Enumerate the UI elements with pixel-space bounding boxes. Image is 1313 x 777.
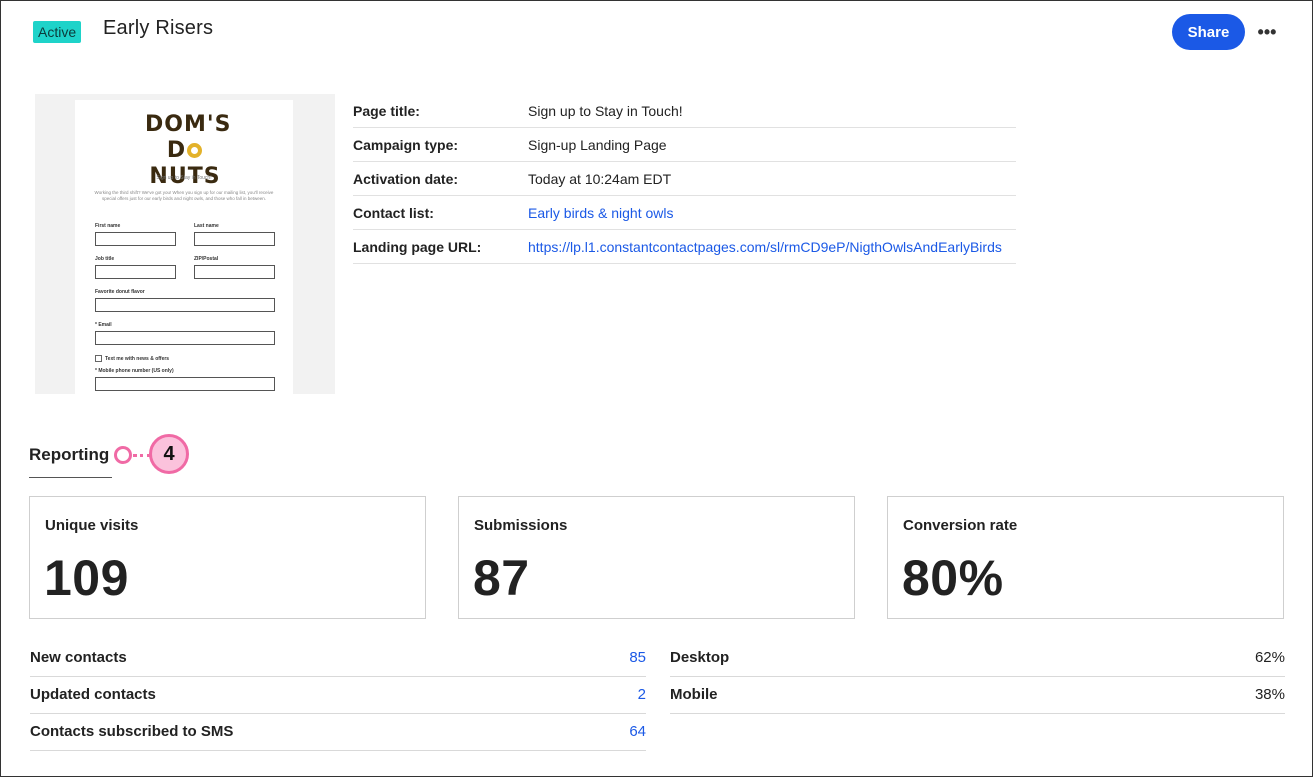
card-value: 80%	[902, 550, 1004, 606]
preview-label-mobile: * Mobile phone number (US only)	[95, 368, 174, 374]
detail-row-contact-list: Contact list: Early birds & night owls	[353, 196, 1016, 230]
preview-page: DOM'S DNUTS Sign up to Stay in Touch! Wo…	[75, 100, 293, 394]
preview-input-mobile	[95, 377, 275, 391]
preview-label-last-name: Last name	[194, 223, 219, 229]
status-badge: Active	[33, 21, 82, 43]
unique-visits-card: Unique visits 109	[29, 496, 426, 619]
detail-label: Page title:	[353, 103, 420, 119]
stat-label: Mobile	[670, 686, 718, 703]
campaign-details: Page title: Sign up to Stay in Touch! Ca…	[353, 94, 1016, 264]
stat-label: Updated contacts	[30, 686, 156, 703]
updated-contacts-link[interactable]: 2	[638, 686, 646, 703]
detail-value: Sign up to Stay in Touch!	[528, 103, 683, 119]
preview-label-donut-flavor: Favorite donut flavor	[95, 289, 145, 295]
stat-row-sms-contacts: Contacts subscribed to SMS 64	[30, 714, 646, 751]
stat-row-new-contacts: New contacts 85	[30, 640, 646, 677]
preview-input-zip	[194, 265, 275, 279]
detail-row-campaign-type: Campaign type: Sign-up Landing Page	[353, 128, 1016, 162]
stat-row-mobile: Mobile 38%	[670, 677, 1285, 714]
preview-label-first-name: First name	[95, 223, 121, 229]
landing-page-url-link[interactable]: https://lp.l1.constantcontactpages.com/s…	[528, 239, 1002, 255]
conversion-rate-card: Conversion rate 80%	[887, 496, 1284, 619]
page-title: Early Risers	[103, 17, 214, 39]
device-stats: Desktop 62% Mobile 38%	[670, 640, 1285, 714]
contacts-stats: New contacts 85 Updated contacts 2 Conta…	[30, 640, 646, 751]
preview-input-job-title	[95, 265, 176, 279]
preview-description: Working the third shift? We've got you! …	[94, 190, 274, 201]
card-label: Submissions	[474, 517, 568, 534]
submissions-card: Submissions 87	[458, 496, 855, 619]
new-contacts-link[interactable]: 85	[629, 649, 646, 666]
detail-value: Today at 10:24am EDT	[528, 171, 672, 187]
stat-row-updated-contacts: Updated contacts 2	[30, 677, 646, 714]
detail-label: Activation date:	[353, 171, 459, 187]
stat-label: Contacts subscribed to SMS	[30, 723, 234, 740]
tab-reporting[interactable]: Reporting	[29, 445, 109, 465]
preview-label-email: * Email	[95, 322, 112, 328]
preview-label-zip: ZIP/Postal	[194, 256, 219, 262]
detail-label: Campaign type:	[353, 137, 459, 153]
detail-label: Landing page URL:	[353, 239, 482, 255]
detail-row-landing-page-url: Landing page URL: https://lp.l1.constant…	[353, 230, 1016, 264]
preview-label-text-me: Text me with news & offers	[105, 356, 170, 362]
card-value: 87	[473, 550, 530, 606]
detail-row-activation-date: Activation date: Today at 10:24am EDT	[353, 162, 1016, 196]
detail-row-page-title: Page title: Sign up to Stay in Touch!	[353, 94, 1016, 128]
stat-label: New contacts	[30, 649, 127, 666]
contact-list-link[interactable]: Early birds & night owls	[528, 205, 674, 221]
callout-ring	[114, 446, 132, 464]
preview-input-donut-flavor	[95, 298, 275, 312]
stat-label: Desktop	[670, 649, 730, 666]
more-options-icon[interactable]: •••	[1254, 20, 1280, 44]
tab-active-underline	[29, 477, 112, 478]
stat-value: 62%	[1254, 649, 1285, 666]
landing-page-preview[interactable]: DOM'S DNUTS Sign up to Stay in Touch! Wo…	[35, 94, 335, 394]
preview-checkbox	[95, 355, 102, 362]
card-value: 109	[44, 550, 129, 606]
card-label: Conversion rate	[903, 517, 1018, 534]
card-label: Unique visits	[45, 517, 139, 534]
preview-label-job-title: Job title	[95, 256, 115, 262]
stat-row-desktop: Desktop 62%	[670, 640, 1285, 677]
detail-label: Contact list:	[353, 205, 434, 221]
stat-value: 38%	[1254, 686, 1285, 703]
share-button[interactable]: Share	[1172, 14, 1245, 50]
preview-input-last-name	[194, 232, 275, 246]
preview-input-email	[95, 331, 275, 345]
preview-subtitle: Sign up to Stay in Touch!	[156, 175, 212, 181]
detail-value: Sign-up Landing Page	[528, 137, 667, 153]
donut-icon	[187, 143, 203, 158]
sms-contacts-link[interactable]: 64	[629, 723, 646, 740]
preview-input-first-name	[95, 232, 176, 246]
callout-number-badge: 4	[149, 434, 189, 474]
